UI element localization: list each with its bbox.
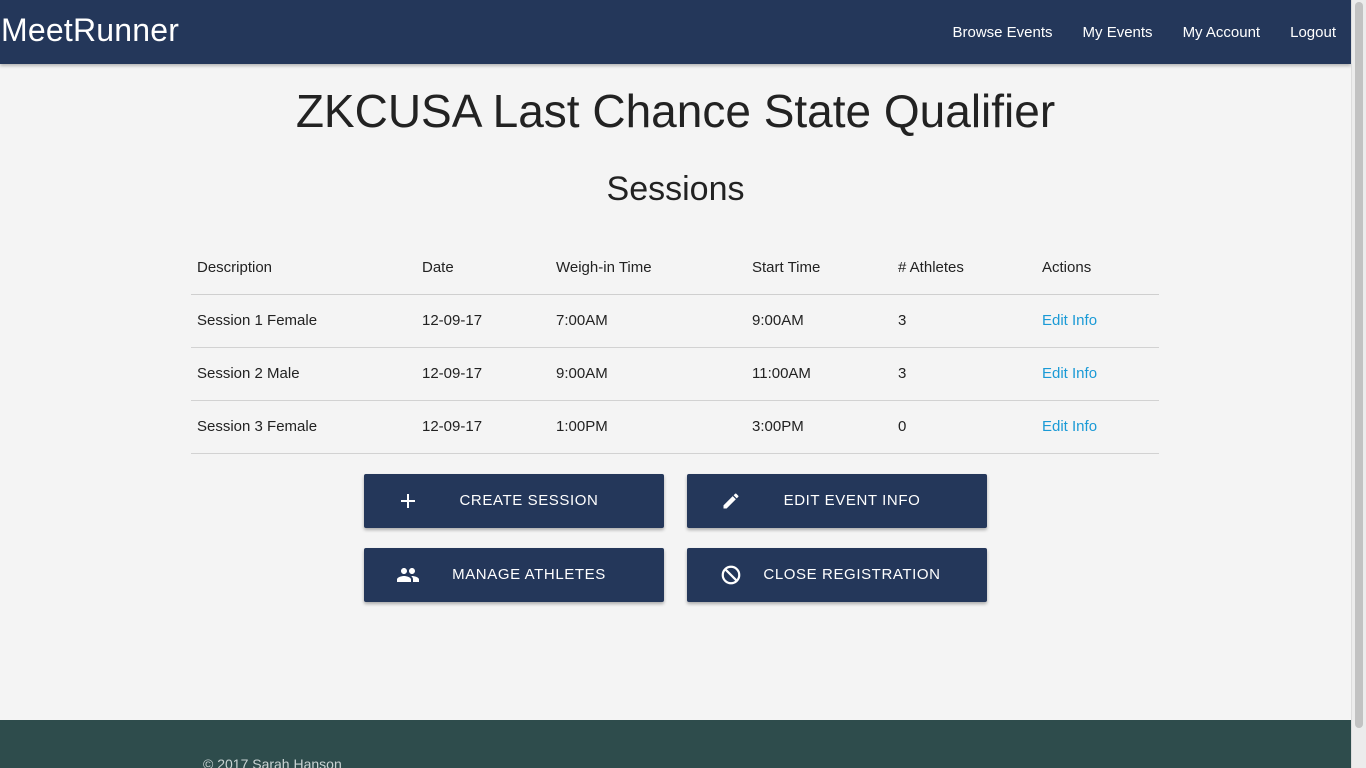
column-header-actions: Actions <box>1036 242 1159 295</box>
close-registration-label: CLOSE REGISTRATION <box>763 566 941 583</box>
sessions-table: Description Date Weigh-in Time Start Tim… <box>191 242 1159 454</box>
session-weigh-in: 9:00AM <box>550 347 746 401</box>
session-date: 12-09-17 <box>416 294 550 348</box>
people-icon <box>396 563 420 587</box>
column-header-date: Date <box>416 242 550 295</box>
table-row: Session 2 Male 12-09-17 9:00AM 11:00AM 3… <box>191 347 1159 401</box>
column-header-start-time: Start Time <box>746 242 892 295</box>
session-start-time: 9:00AM <box>746 294 892 348</box>
session-description: Session 3 Female <box>191 400 416 454</box>
sessions-heading: Sessions <box>606 170 745 208</box>
create-session-label: CREATE SESSION <box>459 492 599 509</box>
session-date: 12-09-17 <box>416 400 550 454</box>
session-actions: Edit Info <box>1036 347 1159 401</box>
vertical-scrollbar[interactable] <box>1351 0 1366 768</box>
session-weigh-in: 7:00AM <box>550 294 746 348</box>
session-actions: Edit Info <box>1036 400 1159 454</box>
table-row: Session 3 Female 12-09-17 1:00PM 3:00PM … <box>191 400 1159 454</box>
edit-info-link[interactable]: Edit Info <box>1042 312 1097 329</box>
session-athlete-count: 0 <box>892 400 1036 454</box>
session-actions: Edit Info <box>1036 294 1159 348</box>
column-header-athletes: # Athletes <box>892 242 1036 295</box>
brand-logo[interactable]: MeetRunner <box>1 12 179 49</box>
session-athlete-count: 3 <box>892 294 1036 348</box>
session-start-time: 11:00AM <box>746 347 892 401</box>
manage-athletes-label: MANAGE ATHLETES <box>452 566 606 583</box>
session-date: 12-09-17 <box>416 347 550 401</box>
table-header-row: Description Date Weigh-in Time Start Tim… <box>191 242 1159 295</box>
nav-my-events[interactable]: My Events <box>1068 24 1168 41</box>
nav-my-account[interactable]: My Account <box>1168 24 1276 41</box>
edit-info-link[interactable]: Edit Info <box>1042 418 1097 435</box>
close-registration-button[interactable]: CLOSE REGISTRATION <box>687 548 987 602</box>
column-header-description: Description <box>191 242 416 295</box>
session-weigh-in: 1:00PM <box>550 400 746 454</box>
pencil-icon <box>719 489 743 513</box>
plus-icon <box>396 489 420 513</box>
page: MeetRunner Browse Events My Events My Ac… <box>0 0 1351 768</box>
session-athlete-count: 3 <box>892 347 1036 401</box>
table-row: Session 1 Female 12-09-17 7:00AM 9:00AM … <box>191 294 1159 348</box>
session-start-time: 3:00PM <box>746 400 892 454</box>
edit-info-link[interactable]: Edit Info <box>1042 365 1097 382</box>
manage-athletes-button[interactable]: MANAGE ATHLETES <box>364 548 664 602</box>
top-navbar: MeetRunner Browse Events My Events My Ac… <box>0 0 1351 64</box>
create-session-button[interactable]: CREATE SESSION <box>364 474 664 528</box>
edit-event-info-label: EDIT EVENT INFO <box>783 492 921 509</box>
page-footer: © 2017 Sarah Hanson <box>0 720 1351 768</box>
scrollbar-thumb[interactable] <box>1355 2 1363 728</box>
event-title: ZKCUSA Last Chance State Qualifier <box>295 85 1056 137</box>
nav-browse-events[interactable]: Browse Events <box>937 24 1067 41</box>
block-icon <box>719 563 743 587</box>
session-description: Session 2 Male <box>191 347 416 401</box>
nav-logout[interactable]: Logout <box>1275 24 1351 41</box>
footer-copyright: © 2017 Sarah Hanson <box>203 756 342 768</box>
edit-event-info-button[interactable]: EDIT EVENT INFO <box>687 474 987 528</box>
column-header-weigh-in: Weigh-in Time <box>550 242 746 295</box>
session-description: Session 1 Female <box>191 294 416 348</box>
nav-links: Browse Events My Events My Account Logou… <box>937 0 1351 64</box>
